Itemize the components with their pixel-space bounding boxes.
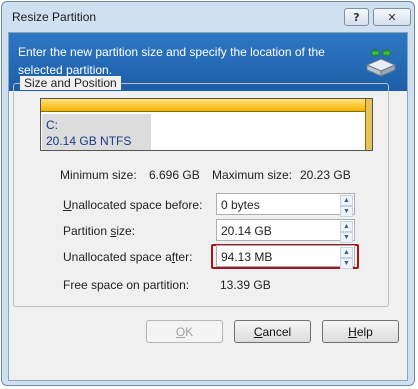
- unallocated-after-spinner[interactable]: ▲ ▼: [340, 247, 353, 269]
- spin-up-icon[interactable]: ▲: [340, 221, 353, 232]
- min-size-label: Minimum size:: [60, 168, 137, 182]
- spin-up-icon[interactable]: ▲: [340, 195, 353, 206]
- partition-size-handle[interactable]: [41, 99, 372, 112]
- close-icon: ✕: [387, 10, 397, 24]
- window-title: Resize Partition: [12, 10, 97, 24]
- resize-partition-dialog: Resize Partition ? ✕ Enter the new parti…: [1, 1, 415, 386]
- unallocated-before-spinner[interactable]: ▲ ▼: [340, 195, 353, 217]
- max-size-label: Maximum size:: [212, 168, 293, 182]
- spin-down-icon[interactable]: ▼: [340, 258, 353, 269]
- unallocated-before-value: 0 bytes: [221, 198, 260, 212]
- help-button[interactable]: Help: [322, 320, 399, 343]
- title-bar[interactable]: Resize Partition ? ✕: [2, 2, 414, 32]
- partition-size-fs: 20.14 GB NTFS: [46, 134, 132, 148]
- partition-size-spinner[interactable]: ▲ ▼: [340, 221, 353, 243]
- unallocated-after-label: Unallocated space after:: [63, 250, 193, 264]
- question-icon: ?: [353, 10, 360, 24]
- spin-down-icon[interactable]: ▼: [340, 206, 353, 217]
- spin-up-icon[interactable]: ▲: [340, 247, 353, 258]
- partition-size-value: 20.14 GB: [221, 224, 272, 238]
- instruction-text: Enter the new partition size and specify…: [18, 45, 325, 77]
- unallocated-after-value: 94.13 MB: [221, 250, 273, 264]
- free-space-value: 13.39 GB: [220, 278, 271, 292]
- help-title-button[interactable]: ?: [344, 8, 369, 26]
- close-button[interactable]: ✕: [373, 8, 411, 26]
- ok-button[interactable]: OK: [146, 320, 223, 343]
- partition-map[interactable]: C: 20.14 GB NTFS: [40, 98, 373, 151]
- max-size-value: 20.23 GB: [300, 168, 351, 182]
- free-space-label: Free space on partition:: [63, 278, 190, 292]
- partition-used-area: C: 20.14 GB NTFS: [42, 114, 151, 150]
- min-size-value: 6.696 GB: [149, 168, 200, 182]
- partition-size-input[interactable]: 20.14 GB ▲ ▼: [216, 219, 355, 243]
- unallocated-before-input[interactable]: 0 bytes ▲ ▼: [216, 193, 355, 217]
- partition-resize-handle[interactable]: [365, 99, 372, 150]
- partition-size-label: Partition size:: [63, 224, 136, 238]
- partition-letter: C:: [46, 118, 58, 132]
- spin-down-icon[interactable]: ▼: [340, 232, 353, 243]
- drive-resize-icon: [365, 48, 397, 77]
- group-legend: Size and Position: [20, 76, 121, 90]
- unallocated-after-input[interactable]: 94.13 MB ▲ ▼: [216, 245, 355, 269]
- cancel-button[interactable]: Cancel: [234, 320, 311, 343]
- unallocated-before-label: Unallocated space before:: [63, 198, 203, 212]
